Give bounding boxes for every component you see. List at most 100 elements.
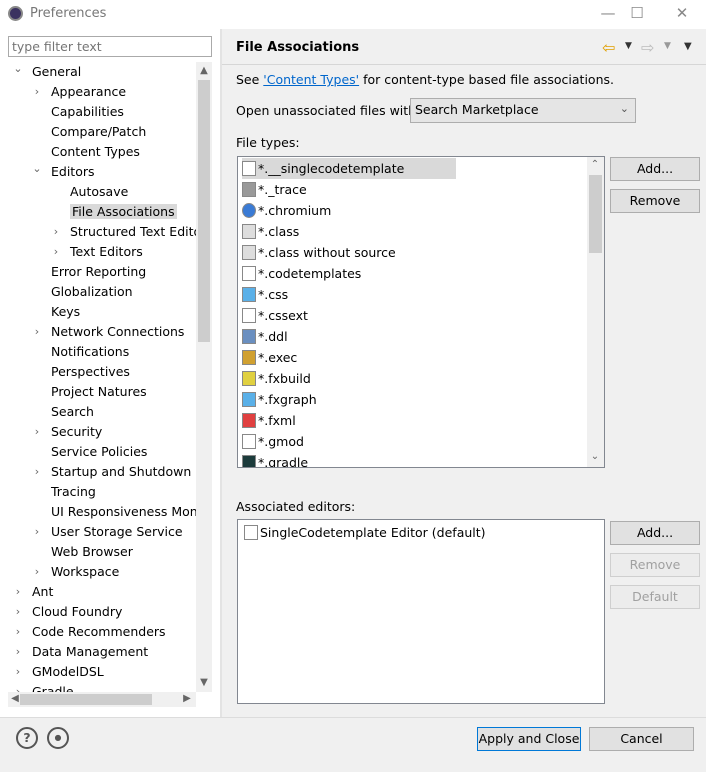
back-icon[interactable]: ⇦: [602, 38, 615, 57]
view-menu-icon[interactable]: ▼: [684, 41, 692, 52]
content-types-link[interactable]: 'Content Types': [263, 72, 359, 87]
add-editor-button[interactable]: Add...: [610, 521, 700, 545]
scroll-down-icon[interactable]: ⌄: [588, 451, 602, 462]
tree-item[interactable]: › Structured Text Editors: [8, 222, 196, 242]
add-file-type-button[interactable]: Add...: [610, 157, 700, 181]
file-type-row[interactable]: *.chromium: [242, 200, 337, 221]
scroll-right-icon[interactable]: ▶: [180, 693, 194, 704]
file-types-scrollbar[interactable]: ⌃ ⌄: [587, 157, 604, 467]
file-type-row[interactable]: *.fxml: [242, 410, 302, 431]
remove-editor-button[interactable]: Remove: [610, 553, 700, 577]
tree-item[interactable]: Web Browser: [8, 542, 133, 562]
list-item[interactable]: SingleCodetemplate Editor (default): [244, 522, 492, 543]
cancel-button[interactable]: Cancel: [589, 727, 694, 751]
tree-item[interactable]: › Code Recommenders: [8, 622, 166, 642]
chevron-right-icon[interactable]: ›: [12, 662, 24, 682]
chevron-down-icon[interactable]: ⌄: [31, 159, 43, 179]
close-button[interactable]: ✕: [667, 4, 697, 24]
chevron-right-icon[interactable]: ›: [31, 462, 43, 482]
forward-icon[interactable]: ⇨: [641, 38, 654, 57]
file-type-row[interactable]: *.gmod: [242, 431, 310, 452]
scroll-up-icon[interactable]: ⌃: [588, 159, 602, 170]
tree-item[interactable]: Perspectives: [8, 362, 130, 382]
chevron-down-icon[interactable]: ⌄: [12, 62, 24, 79]
chevron-right-icon[interactable]: ›: [31, 562, 43, 582]
scroll-down-icon[interactable]: ▼: [197, 677, 211, 688]
forward-dropdown-icon[interactable]: ▼: [664, 41, 671, 51]
file-type-row[interactable]: *.fxgraph: [242, 389, 323, 410]
tree-hscroll-thumb[interactable]: [20, 694, 152, 705]
file-type-row[interactable]: *.codetemplates: [242, 263, 367, 284]
maximize-button[interactable]: ☐: [622, 4, 652, 24]
chevron-right-icon[interactable]: ›: [31, 422, 43, 442]
file-type-row[interactable]: *.cssext: [242, 305, 314, 326]
chevron-right-icon[interactable]: ›: [31, 322, 43, 342]
eclipse-icon: [8, 6, 23, 21]
file-type-row[interactable]: *.gradle: [242, 452, 314, 467]
remove-file-type-button[interactable]: Remove: [610, 189, 700, 213]
file-type-row[interactable]: *.ddl: [242, 326, 294, 347]
tree-item[interactable]: Error Reporting: [8, 262, 146, 282]
file-type-row[interactable]: *.class: [242, 221, 305, 242]
tree-item[interactable]: › Appearance: [8, 82, 126, 102]
chevron-right-icon[interactable]: ›: [31, 82, 43, 102]
tree-item[interactable]: › Startup and Shutdown: [8, 462, 191, 482]
tree-item[interactable]: › Security: [8, 422, 103, 442]
scroll-up-icon[interactable]: ▲: [197, 65, 211, 76]
chevron-right-icon[interactable]: ›: [12, 582, 24, 602]
panel-divider[interactable]: [220, 29, 222, 717]
help-icon[interactable]: ?: [16, 727, 38, 749]
filter-input[interactable]: [8, 36, 212, 57]
scroll-left-icon[interactable]: ◀: [8, 693, 22, 704]
tree-item[interactable]: Tracing: [8, 482, 96, 502]
tree-item[interactable]: Globalization: [8, 282, 133, 302]
file-type-row[interactable]: *._trace: [242, 179, 313, 200]
chevron-right-icon[interactable]: ›: [12, 602, 24, 622]
tree-item[interactable]: › GModelDSL: [8, 662, 104, 682]
tree-item[interactable]: ⌄ Editors: [8, 159, 94, 182]
file-types-scroll-thumb[interactable]: [589, 175, 602, 253]
tree-item[interactable]: File Associations: [8, 202, 177, 222]
chevron-right-icon[interactable]: ›: [31, 522, 43, 542]
tree-item[interactable]: Keys: [8, 302, 80, 322]
tree-item[interactable]: Service Policies: [8, 442, 147, 462]
file-type-row[interactable]: *.__singlecodetemplate: [242, 158, 456, 179]
tree-item[interactable]: Notifications: [8, 342, 129, 362]
chevron-right-icon[interactable]: ›: [12, 642, 24, 662]
chevron-right-icon[interactable]: ›: [50, 242, 62, 262]
default-editor-button[interactable]: Default: [610, 585, 700, 609]
tree-item[interactable]: Project Natures: [8, 382, 147, 402]
tree-item[interactable]: › Text Editors: [8, 242, 143, 262]
fxgraph-icon: [242, 392, 256, 407]
tree-item[interactable]: › Ant: [8, 582, 54, 602]
tree-item[interactable]: › User Storage Service: [8, 522, 183, 542]
tree-item[interactable]: Autosave: [8, 182, 128, 202]
chevron-right-icon[interactable]: ›: [50, 222, 62, 242]
tree-item[interactable]: Content Types: [8, 142, 140, 162]
tree-item[interactable]: › Gradle: [8, 682, 74, 692]
file-type-row[interactable]: *.exec: [242, 347, 303, 368]
tree-item[interactable]: Compare/Patch: [8, 122, 146, 142]
tree-item[interactable]: › Network Connections: [8, 322, 185, 342]
back-dropdown-icon[interactable]: ▼: [625, 41, 632, 51]
open-with-select[interactable]: Search Marketplace ⌄: [410, 98, 636, 123]
tree-scroll-thumb[interactable]: [198, 80, 210, 342]
tree-item[interactable]: › Data Management: [8, 642, 148, 662]
file-type-row[interactable]: *.class without source: [242, 242, 402, 263]
tree-item[interactable]: ⌄ General: [8, 62, 81, 82]
file-type-row[interactable]: *.fxbuild: [242, 368, 317, 389]
apply-and-close-button[interactable]: Apply and Close: [477, 727, 581, 751]
minimize-button[interactable]: —: [593, 4, 623, 24]
import-export-icon[interactable]: ●: [47, 727, 69, 749]
tree-item[interactable]: UI Responsiveness Monitoring: [8, 502, 196, 522]
file-types-list[interactable]: *.__singlecodetemplate *._trace *.chromium…: [237, 156, 605, 468]
tree-item[interactable]: Search: [8, 402, 94, 422]
tree-item[interactable]: › Workspace: [8, 562, 120, 582]
page-title: File Associations: [236, 40, 360, 55]
chevron-right-icon[interactable]: ›: [12, 682, 24, 692]
associated-editors-list[interactable]: SingleCodetemplate Editor (default): [237, 519, 605, 704]
tree-item[interactable]: › Cloud Foundry: [8, 602, 123, 622]
file-type-row[interactable]: *.css: [242, 284, 294, 305]
tree-item[interactable]: Capabilities: [8, 102, 124, 122]
chevron-right-icon[interactable]: ›: [12, 622, 24, 642]
